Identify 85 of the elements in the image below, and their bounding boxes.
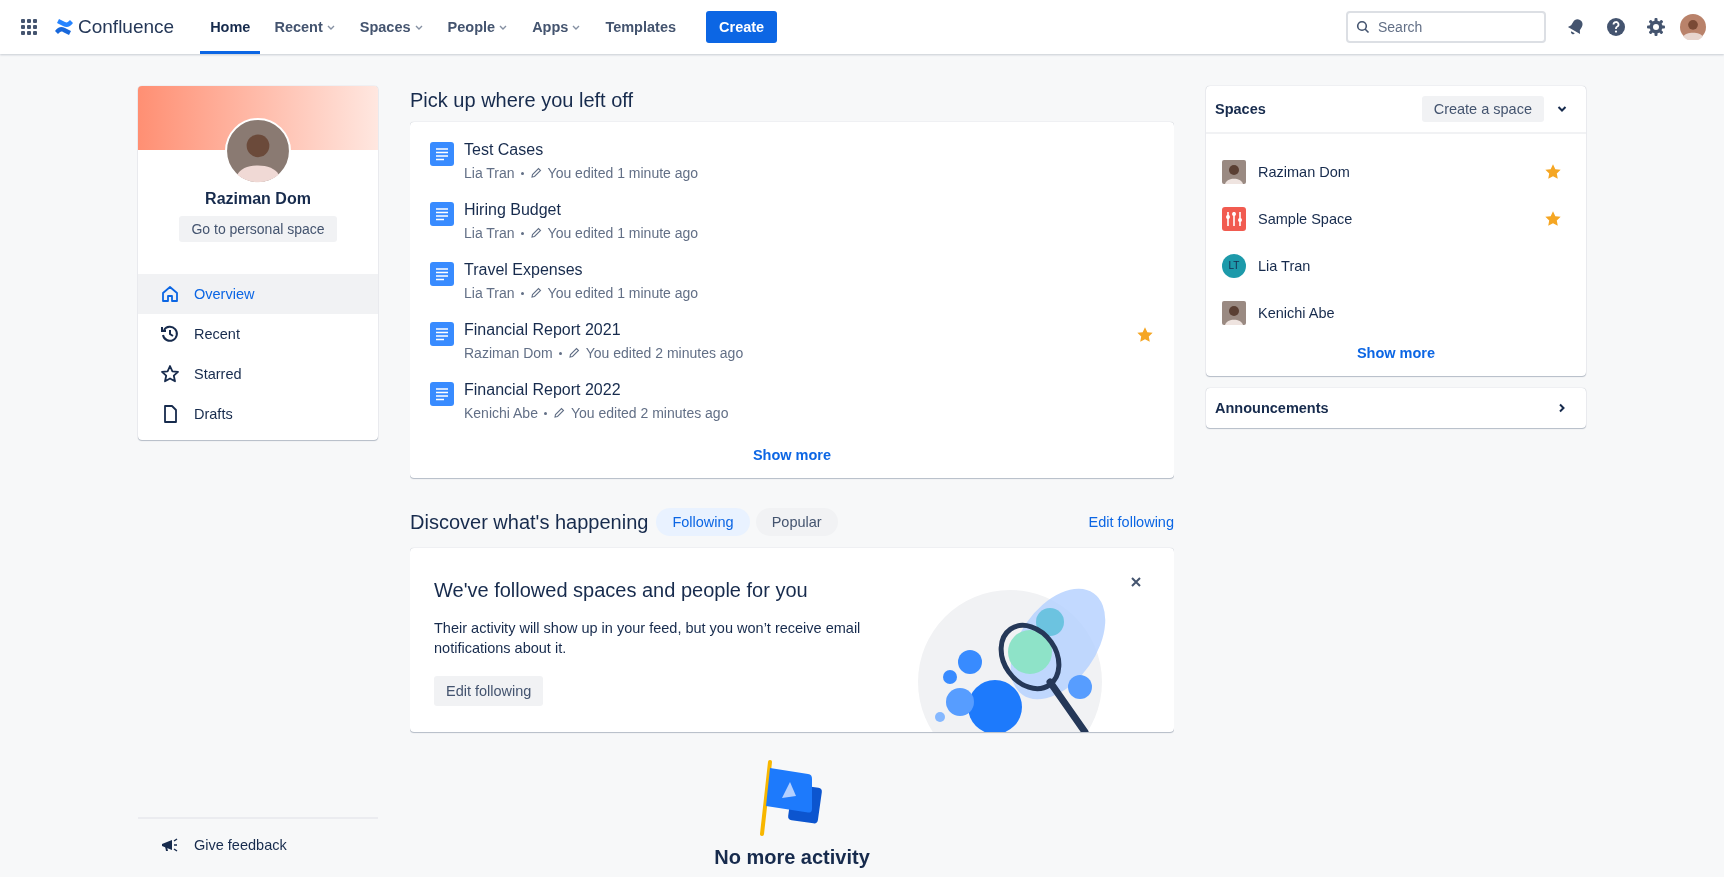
empty-state-title: No more activity	[714, 846, 870, 869]
card-title: Spaces	[1215, 101, 1266, 117]
star-icon[interactable]	[1544, 209, 1562, 228]
pencil-icon	[552, 407, 565, 419]
nav-tab[interactable]: Recent	[264, 0, 346, 54]
card-text: Their activity will show up in your feed, but you won’t receive email notifications about it.	[434, 619, 862, 658]
avatar[interactable]	[1680, 14, 1706, 40]
space-name[interactable]: Kenichi Abe	[1258, 304, 1335, 321]
logo-text[interactable]: Confluence	[78, 16, 175, 38]
separator-dot	[520, 291, 524, 295]
app-switcher-icon[interactable]	[20, 18, 38, 36]
sidebar-item[interactable]: Drafts	[138, 394, 378, 434]
page-icon	[430, 382, 454, 406]
nav-tab[interactable]: Apps	[522, 0, 592, 54]
space-avatar	[1222, 300, 1246, 325]
page-icon	[430, 202, 454, 226]
page-owner: Lia Tran	[464, 284, 515, 303]
separator-dot	[543, 411, 547, 415]
separator-dot	[520, 171, 524, 175]
initials-avatar: LT	[1222, 253, 1246, 278]
close-icon[interactable]	[1130, 576, 1142, 588]
edit-time: You edited 1 minute ago	[547, 224, 699, 243]
page-owner: Raziman Dom	[464, 344, 553, 363]
page-icon	[430, 322, 454, 346]
help-icon[interactable]	[1606, 17, 1626, 37]
edit-following-button[interactable]: Edit following	[434, 676, 544, 706]
page-title[interactable]: Travel Expenses	[464, 258, 1154, 282]
notification-icon[interactable]	[1566, 17, 1586, 37]
space-avatar	[1222, 159, 1246, 184]
pencil-icon	[529, 167, 542, 179]
page-owner: Lia Tran	[464, 164, 515, 183]
create-button[interactable]: Create	[706, 11, 778, 43]
home-icon	[160, 284, 180, 304]
profile-name: Raziman Dom	[205, 190, 311, 208]
create-space-button[interactable]: Create a space	[1421, 96, 1544, 122]
page-owner: Kenichi Abe	[464, 404, 538, 423]
search-field[interactable]: Search	[1346, 11, 1546, 43]
edit-time: You edited 1 minute ago	[547, 284, 699, 303]
star-icon	[160, 364, 180, 384]
edit-time: You edited 2 minutes ago	[570, 404, 729, 423]
space-name[interactable]: Sample Space	[1258, 210, 1353, 227]
separator-dot	[520, 231, 524, 235]
section-heading: Pick up where you left off	[410, 88, 635, 113]
nav-tab[interactable]: Spaces	[349, 0, 434, 54]
feed-tab[interactable]: Popular	[755, 508, 838, 536]
pencil-icon	[529, 227, 542, 239]
card-title: We've followed spaces and people for you	[434, 578, 809, 603]
show-more-link[interactable]: Show more	[1356, 345, 1436, 361]
nav-tab[interactable]: Home	[200, 0, 261, 54]
section-heading: Discover what's happening	[410, 510, 649, 535]
page-title[interactable]: Financial Report 2021	[464, 318, 1126, 342]
announcements-panel[interactable]: Announcements	[1206, 388, 1586, 428]
space-icon	[1222, 206, 1246, 231]
feed-tab[interactable]: Following	[656, 508, 750, 536]
feedback-link[interactable]: Give feedback	[194, 837, 287, 853]
pencil-icon	[567, 347, 580, 359]
edit-following-link[interactable]: Edit following	[1088, 514, 1174, 530]
page-title[interactable]: Financial Report 2022	[464, 378, 1154, 402]
sidebar-item[interactable]: Recent	[138, 314, 378, 354]
page-title[interactable]: Hiring Budget	[464, 198, 1154, 222]
sidebar-item[interactable]: Starred	[138, 354, 378, 394]
panel-title: Announcements	[1215, 400, 1329, 416]
nav-tab[interactable]: People	[437, 0, 519, 54]
page-owner: Lia Tran	[464, 224, 515, 243]
nav-tab[interactable]: Templates	[595, 0, 687, 54]
page-icon	[430, 142, 454, 166]
space-name[interactable]: Lia Tran	[1258, 257, 1311, 274]
separator-dot	[558, 351, 562, 355]
edit-time: You edited 2 minutes ago	[585, 344, 744, 363]
star-icon[interactable]	[1544, 162, 1562, 181]
flag-icon	[760, 758, 824, 838]
edit-time: You edited 1 minute ago	[547, 164, 699, 183]
sidebar-item[interactable]: Overview	[138, 274, 378, 314]
space-name[interactable]: Raziman Dom	[1258, 163, 1350, 180]
profile-avatar	[225, 118, 291, 184]
pencil-icon	[529, 287, 542, 299]
star-icon[interactable]	[1136, 326, 1154, 344]
history-icon	[160, 324, 180, 344]
megaphone-icon	[160, 835, 180, 855]
logo-icon	[54, 17, 74, 37]
page-title[interactable]: Test Cases	[464, 138, 1154, 162]
personal-space-button[interactable]: Go to personal space	[179, 216, 337, 242]
settings-icon[interactable]	[1646, 17, 1666, 37]
page-icon	[430, 262, 454, 286]
show-more-link[interactable]: Show more	[752, 447, 832, 463]
